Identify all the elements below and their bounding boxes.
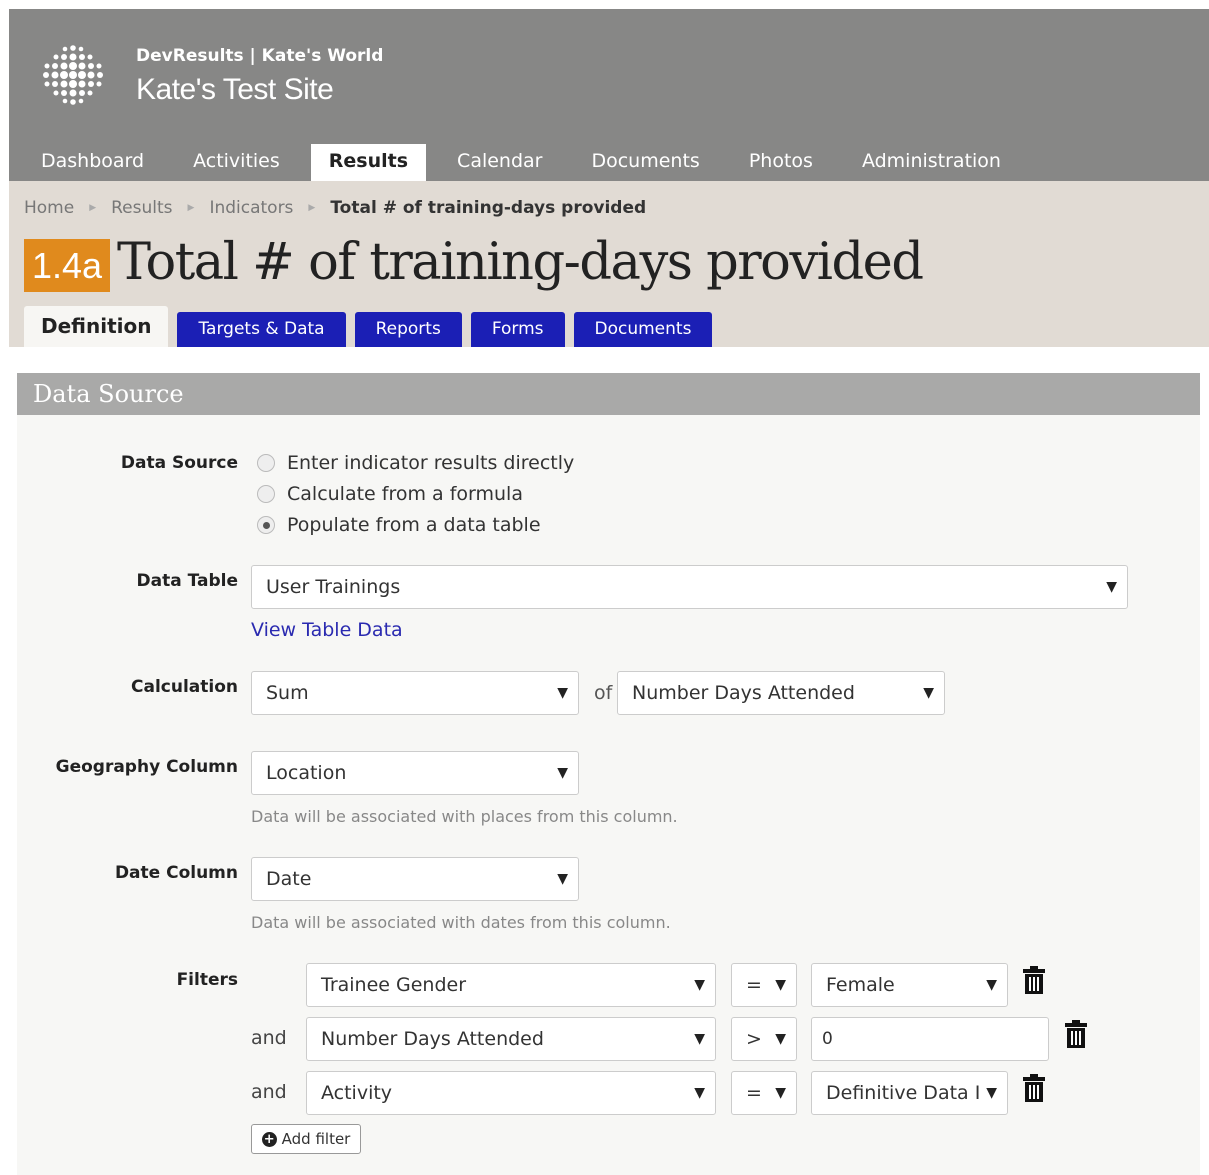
tab-forms[interactable]: Forms — [470, 312, 565, 347]
date-column-select[interactable]: Date ▼ — [251, 857, 579, 901]
org-name: DevResults | Kate's World — [136, 46, 384, 66]
nav-results[interactable]: Results — [310, 144, 427, 181]
nav-dashboard[interactable]: Dashboard — [23, 144, 162, 181]
add-filter-button[interactable]: + Add filter — [251, 1124, 361, 1154]
radio-button-selected[interactable] — [257, 516, 275, 534]
radio-button[interactable] — [257, 454, 275, 472]
site-header: DevResults | Kate's World Kate's Test Si… — [9, 9, 1209, 181]
filter-operator-select[interactable]: = ▼ — [731, 1071, 797, 1115]
tab-reports[interactable]: Reports — [354, 312, 462, 347]
breadcrumb-indicators[interactable]: Indicators — [209, 198, 293, 218]
filter-operator-select[interactable]: = ▼ — [731, 963, 797, 1007]
add-filter-label: Add filter — [281, 1130, 351, 1148]
filter-field-value: Activity — [321, 1082, 393, 1104]
page-title: Total # of training-days provided — [117, 233, 924, 292]
radio-label: Populate from a data table — [287, 514, 541, 536]
tab-targets-data[interactable]: Targets & Data — [177, 312, 346, 347]
filter-field-value: Number Days Attended — [321, 1028, 544, 1050]
calculation-column-value: Number Days Attended — [632, 682, 855, 704]
dropdown-arrow-icon: ▼ — [557, 765, 568, 781]
breadcrumb: Home ▶ Results ▶ Indicators ▶ Total # of… — [24, 198, 646, 218]
app-frame: DevResults | Kate's World Kate's Test Si… — [9, 9, 1209, 347]
radio-label: Calculate from a formula — [287, 483, 523, 505]
plus-circle-icon: + — [261, 1131, 277, 1147]
dropdown-arrow-icon: ▼ — [694, 1031, 705, 1047]
filter-field-select[interactable]: Trainee Gender ▼ — [306, 963, 716, 1007]
breadcrumb-separator-icon: ▶ — [308, 203, 316, 213]
filter-value: Definitive Data I — [826, 1082, 981, 1104]
radio-button[interactable] — [257, 485, 275, 503]
calculation-label: Calculation — [131, 677, 238, 697]
breadcrumb-home[interactable]: Home — [24, 198, 74, 218]
date-column-label: Date Column — [114, 863, 238, 883]
nav-photos[interactable]: Photos — [731, 144, 831, 181]
filter-operator-value: > — [746, 1028, 762, 1050]
tab-definition[interactable]: Definition — [24, 306, 169, 347]
dropdown-arrow-icon: ▼ — [986, 977, 997, 993]
breadcrumb-separator-icon: ▶ — [89, 203, 97, 213]
dropdown-arrow-icon: ▼ — [775, 1085, 786, 1101]
of-label: of — [594, 682, 613, 704]
filter-value: Female — [826, 974, 895, 996]
breadcrumb-current: Total # of training-days provided — [330, 198, 647, 218]
trash-icon[interactable] — [1022, 966, 1046, 994]
dropdown-arrow-icon: ▼ — [694, 977, 705, 993]
data-source-label: Data Source — [120, 453, 238, 473]
geography-column-value: Location — [266, 762, 347, 784]
dropdown-arrow-icon: ▼ — [557, 685, 568, 701]
dropdown-arrow-icon: ▼ — [923, 685, 934, 701]
filter-conjunction: and — [251, 1081, 287, 1103]
dropdown-arrow-icon: ▼ — [1106, 579, 1117, 595]
radio-calculate-formula[interactable]: Calculate from a formula — [257, 483, 523, 505]
filter-operator-value: = — [746, 1082, 762, 1104]
geography-help-text: Data will be associated with places from… — [251, 807, 678, 826]
breadcrumb-separator-icon: ▶ — [187, 203, 195, 213]
trash-icon[interactable] — [1064, 1020, 1088, 1048]
date-help-text: Data will be associated with dates from … — [251, 913, 671, 932]
data-source-panel: Data Source Data Source Enter indicator … — [17, 373, 1200, 1175]
filter-operator-value: = — [746, 974, 762, 996]
geography-column-label: Geography Column — [55, 757, 238, 777]
date-column-value: Date — [266, 868, 312, 890]
dropdown-arrow-icon: ▼ — [557, 871, 568, 887]
filter-value-input[interactable]: 0 — [811, 1017, 1049, 1061]
radio-label: Enter indicator results directly — [287, 452, 575, 474]
calculation-function-value: Sum — [266, 682, 309, 704]
view-table-data-link[interactable]: View Table Data — [251, 619, 403, 641]
filter-value-select[interactable]: Female ▼ — [811, 963, 1008, 1007]
breadcrumb-results[interactable]: Results — [111, 198, 172, 218]
dropdown-arrow-icon: ▼ — [775, 1031, 786, 1047]
radio-enter-directly[interactable]: Enter indicator results directly — [257, 452, 574, 474]
nav-calendar[interactable]: Calendar — [439, 144, 560, 181]
filter-field-value: Trainee Gender — [321, 974, 467, 996]
dropdown-arrow-icon: ▼ — [775, 977, 786, 993]
calculation-function-select[interactable]: Sum ▼ — [251, 671, 579, 715]
title-bar: Home ▶ Results ▶ Indicators ▶ Total # of… — [9, 181, 1209, 347]
filter-field-select[interactable]: Activity ▼ — [306, 1071, 716, 1115]
dropdown-arrow-icon: ▼ — [982, 1072, 997, 1114]
nav-activities[interactable]: Activities — [175, 144, 298, 181]
filters-label: Filters — [176, 970, 238, 990]
filter-field-select[interactable]: Number Days Attended ▼ — [306, 1017, 716, 1061]
calculation-column-select[interactable]: Number Days Attended ▼ — [617, 671, 945, 715]
data-table-label: Data Table — [136, 571, 238, 591]
site-title: Kate's Test Site — [136, 73, 334, 106]
data-table-value: User Trainings — [266, 576, 401, 598]
indicator-tabs: Definition Targets & Data Reports Forms … — [24, 306, 721, 347]
nav-documents[interactable]: Documents — [573, 144, 717, 181]
tab-documents[interactable]: Documents — [573, 312, 713, 347]
filter-operator-select[interactable]: > ▼ — [731, 1017, 797, 1061]
main-nav: Dashboard Activities Results Calendar Do… — [23, 144, 1032, 181]
dropdown-arrow-icon: ▼ — [694, 1085, 705, 1101]
radio-populate-data-table[interactable]: Populate from a data table — [257, 514, 541, 536]
indicator-code-badge: 1.4a — [24, 239, 110, 292]
geography-column-select[interactable]: Location ▼ — [251, 751, 579, 795]
trash-icon[interactable] — [1022, 1074, 1046, 1102]
filter-value-select[interactable]: Definitive Data I ▼ — [811, 1071, 1008, 1115]
nav-administration[interactable]: Administration — [844, 144, 1019, 181]
filter-conjunction: and — [251, 1027, 287, 1049]
panel-heading: Data Source — [17, 373, 1200, 415]
globe-dots-icon — [43, 45, 103, 105]
data-table-select[interactable]: User Trainings ▼ — [251, 565, 1128, 609]
